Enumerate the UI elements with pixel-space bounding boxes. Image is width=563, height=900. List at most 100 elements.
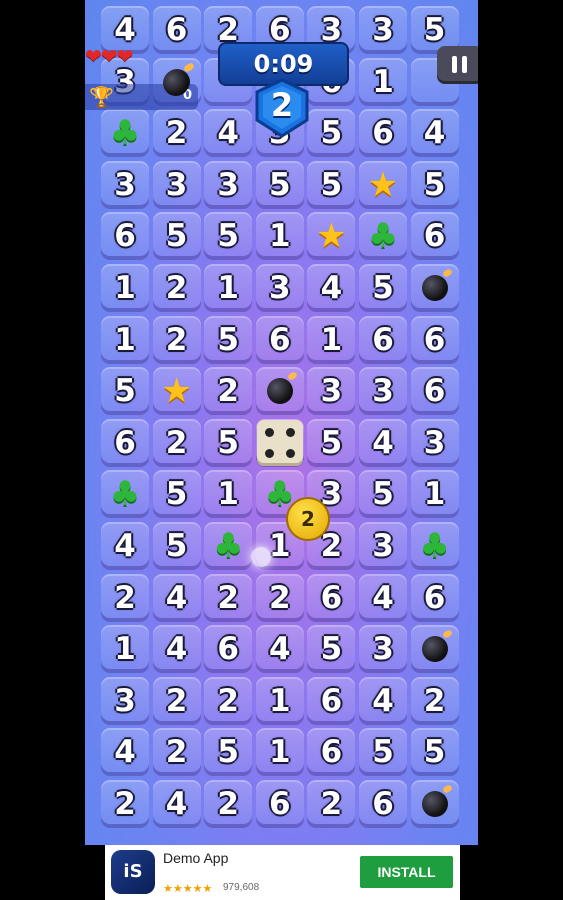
board-tile[interactable]: 6 xyxy=(410,573,459,622)
board-tile[interactable]: 4 xyxy=(101,728,149,777)
board-tile[interactable]: 5 xyxy=(307,625,356,674)
board-tile[interactable]: 1 xyxy=(101,264,149,312)
board-tile[interactable]: 4 xyxy=(152,780,201,828)
ad-app-icon[interactable]: iS xyxy=(111,850,155,894)
board-tile[interactable]: 5 xyxy=(152,522,201,570)
board-tile[interactable]: 4 xyxy=(359,676,407,725)
board-tile[interactable]: 4 xyxy=(359,418,407,467)
board-tile[interactable]: 2 xyxy=(101,780,149,828)
board-tile[interactable]: 2 xyxy=(152,109,201,158)
board-tile[interactable]: 5 xyxy=(359,470,407,519)
board-tile[interactable]: 2 xyxy=(410,676,459,725)
board-tile[interactable]: ★ xyxy=(307,212,356,261)
board-tile[interactable]: 3 xyxy=(359,522,407,570)
board-tile[interactable]: 5 xyxy=(307,418,356,467)
board-tile[interactable]: 6 xyxy=(359,109,407,158)
board-tile[interactable]: 6 xyxy=(359,315,407,364)
board-tile[interactable]: 6 xyxy=(255,315,304,364)
board-tile[interactable]: 2 xyxy=(204,676,253,725)
board-tile[interactable]: 6 xyxy=(410,367,459,416)
board-tile[interactable]: 5 xyxy=(410,160,459,209)
board-tile[interactable]: 3 xyxy=(359,6,407,54)
board-tile[interactable]: 2 xyxy=(101,573,149,622)
board-tile[interactable]: 5 xyxy=(152,470,201,519)
board-tile[interactable]: 2 xyxy=(152,728,201,777)
board-tile[interactable]: 6 xyxy=(101,418,149,467)
board-tile[interactable]: 2 xyxy=(152,264,201,312)
board-tile[interactable]: ★ xyxy=(359,160,407,209)
board-tile[interactable]: 4 xyxy=(410,109,459,158)
board-tile[interactable]: ♣ xyxy=(101,109,149,158)
board-tile[interactable]: 3 xyxy=(152,160,201,209)
board-tile[interactable]: 3 xyxy=(101,160,149,209)
pause-button[interactable] xyxy=(437,46,478,84)
board-tile[interactable]: ♣ xyxy=(101,470,149,519)
board-tile[interactable]: 6 xyxy=(410,212,459,261)
board-tile[interactable]: 6 xyxy=(101,212,149,261)
board-tile[interactable]: 1 xyxy=(101,625,149,674)
board-tile[interactable]: ♣ xyxy=(204,522,253,570)
board-tile[interactable]: 3 xyxy=(307,367,356,416)
board-tile[interactable]: 2 xyxy=(204,573,253,622)
board-tile[interactable]: ♣ xyxy=(410,522,459,570)
board-tile[interactable]: 4 xyxy=(307,264,356,312)
board-tile[interactable] xyxy=(410,625,459,674)
board-tile[interactable]: 1 xyxy=(359,57,407,106)
install-button[interactable]: INSTALL xyxy=(360,856,453,888)
board-tile[interactable]: 6 xyxy=(359,780,407,828)
board-tile[interactable]: 4 xyxy=(152,573,201,622)
board-tile[interactable]: 6 xyxy=(410,315,459,364)
board-tile[interactable]: 2 xyxy=(152,418,201,467)
board-tile[interactable]: 1 xyxy=(410,470,459,519)
board-tile[interactable]: ♣ xyxy=(359,212,407,261)
board-tile[interactable]: 1 xyxy=(255,728,304,777)
board-tile[interactable]: 5 xyxy=(204,418,253,467)
board-tile[interactable]: 6 xyxy=(307,573,356,622)
board-tile[interactable]: 1 xyxy=(307,315,356,364)
board-tile[interactable]: 2 xyxy=(255,573,304,622)
board-tile[interactable] xyxy=(255,367,304,416)
board-tile[interactable]: 3 xyxy=(410,418,459,467)
board-tile[interactable]: 2 xyxy=(204,367,253,416)
board-tile[interactable]: 2 xyxy=(307,780,356,828)
board-tile[interactable]: ★ xyxy=(152,367,201,416)
board-tile[interactable]: 1 xyxy=(255,212,304,261)
board-tile[interactable]: 5 xyxy=(204,728,253,777)
board-tile[interactable]: 3 xyxy=(101,676,149,725)
board-tile[interactable]: 4 xyxy=(255,625,304,674)
board-tile[interactable]: 4 xyxy=(204,109,253,158)
board-tile[interactable]: 5 xyxy=(101,367,149,416)
board-tile[interactable]: 5 xyxy=(204,212,253,261)
board-tile[interactable]: 5 xyxy=(255,160,304,209)
board-tile[interactable]: 2 xyxy=(204,780,253,828)
game-viewport[interactable]: 4626335361♣24356433355★56551★♣6121345125… xyxy=(85,0,478,845)
board-tile[interactable] xyxy=(410,780,459,828)
board-tile[interactable]: 1 xyxy=(101,315,149,364)
board-tile[interactable]: 3 xyxy=(255,264,304,312)
board-tile[interactable]: 3 xyxy=(359,625,407,674)
board-tile[interactable]: 2 xyxy=(152,315,201,364)
board-tile[interactable]: 6 xyxy=(307,728,356,777)
board-tile[interactable]: 5 xyxy=(410,728,459,777)
board-tile[interactable]: 6 xyxy=(255,780,304,828)
board-tile[interactable]: 3 xyxy=(359,367,407,416)
board-tile[interactable]: 6 xyxy=(307,676,356,725)
board-tile[interactable]: 1 xyxy=(204,470,253,519)
board-tile[interactable]: 4 xyxy=(359,573,407,622)
board-tile[interactable]: 6 xyxy=(204,625,253,674)
board-tile[interactable]: 5 xyxy=(307,109,356,158)
ad-banner[interactable]: iS Demo App ★★★★★ 979,608 INSTALL xyxy=(105,845,460,900)
board-tile[interactable] xyxy=(255,418,304,467)
board-tile[interactable]: 4 xyxy=(152,625,201,674)
board-tile[interactable]: 1 xyxy=(204,264,253,312)
board-tile[interactable]: 5 xyxy=(307,160,356,209)
board-tile[interactable]: 4 xyxy=(101,522,149,570)
board-tile[interactable]: 5 xyxy=(359,728,407,777)
ad-app-name[interactable]: Demo App xyxy=(163,850,228,866)
board-tile[interactable]: 5 xyxy=(359,264,407,312)
board-tile[interactable]: 2 xyxy=(152,676,201,725)
board-tile[interactable]: 3 xyxy=(204,160,253,209)
board-tile[interactable]: 6 xyxy=(152,6,201,54)
board-tile[interactable]: 1 xyxy=(255,676,304,725)
board-tile[interactable]: 5 xyxy=(152,212,201,261)
